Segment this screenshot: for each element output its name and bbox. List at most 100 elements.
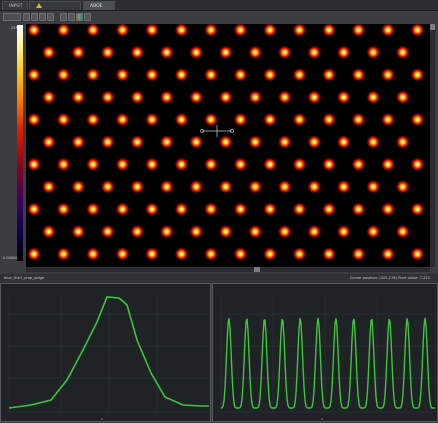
bright-spot [233,24,248,37]
tab-input[interactable]: INPUT [2,1,28,10]
bright-spot [41,45,56,60]
cursor-readout: Cursor position: (425,278) Pixel value: … [349,276,430,280]
bright-spot [366,45,381,60]
pan-icon[interactable] [31,13,38,21]
bright-spot [233,157,248,172]
bright-spot [145,24,159,37]
bright-spot [174,202,189,217]
bright-spot [27,157,41,172]
spot-image [27,24,425,261]
bright-spot [395,135,410,149]
bright-spot [159,45,174,60]
bright-spot [130,135,145,149]
bright-spot [307,135,322,149]
bright-spot [189,179,204,194]
bright-spot [86,67,100,82]
bright-spot [189,90,204,105]
zoom-icon[interactable] [23,13,30,21]
tab-bar: INPUT POSTPROCESSING ABOE PSDS [0,0,438,18]
bright-spot [292,247,307,261]
horizontal-scrollbar[interactable] [26,267,430,272]
bright-spot [292,157,307,172]
bright-spot [277,135,292,149]
bright-spot [248,45,263,60]
bright-spot [100,135,115,149]
bright-spot [71,179,86,194]
profile-plot-right[interactable]: 0 [212,283,438,422]
bright-spot [174,112,189,127]
bright-spot [233,67,248,82]
bright-spot [277,45,292,60]
crosshair-cursor[interactable] [200,125,234,137]
profile-icon[interactable] [60,13,67,21]
image-view[interactable] [26,24,430,267]
bright-spot [336,135,351,149]
bright-spot [263,67,277,82]
vertical-scroll-thumb[interactable] [430,24,435,30]
bright-spot [145,112,159,127]
vertical-scrollbar[interactable] [430,24,435,267]
bright-spot [263,24,277,37]
fit-icon[interactable] [39,13,46,21]
bright-spot [263,112,277,127]
bright-spot [86,247,100,261]
profile-plot-left[interactable]: 0 [0,283,211,422]
bright-spot [41,224,56,239]
bright-spot [71,90,86,105]
bright-spot [130,224,145,239]
bright-spot [292,24,307,37]
warning-icon [36,3,42,8]
bright-spot [174,157,189,172]
bright-spot [56,157,71,172]
bright-spot [130,45,145,60]
bright-spot [292,202,307,217]
bright-spot [410,247,425,261]
tab-postprocessing[interactable]: POSTPROCESSING [29,1,81,18]
svg-text:0: 0 [321,417,323,421]
bright-spot [336,90,351,105]
colormap-icon[interactable] [76,13,83,21]
bright-spot [307,90,322,105]
tab-psds[interactable]: ABOE PSDS [83,1,115,18]
reset-icon[interactable] [47,13,54,21]
bright-spot [336,45,351,60]
bright-spot [307,45,322,60]
bright-spot [71,224,86,239]
bright-spot [71,45,86,60]
export-icon[interactable] [68,13,75,21]
bright-spot [322,202,336,217]
colorbar [17,25,23,261]
bright-spot [100,90,115,105]
bright-spot [233,202,248,217]
settings-icon[interactable] [84,13,91,21]
bright-spot [322,67,336,82]
bright-spot [307,224,322,239]
horizontal-scroll-thumb[interactable] [254,267,260,272]
bright-spot [410,24,425,37]
bright-spot [381,67,395,82]
mode-select[interactable] [3,13,21,21]
bright-spot [218,224,233,239]
bright-spot [336,179,351,194]
bright-spot [248,135,263,149]
bright-spot [130,179,145,194]
bright-spot [159,224,174,239]
bright-spot [410,67,425,82]
bright-spot [381,24,395,37]
bright-spot [395,224,410,239]
bright-spot [27,112,41,127]
bright-spot [174,247,189,261]
bright-spot [145,247,159,261]
bright-spot [410,202,425,217]
bright-spot [145,157,159,172]
bright-spot [218,90,233,105]
bright-spot [381,112,395,127]
bright-spot [27,24,41,37]
bright-spot [248,224,263,239]
bright-spot [410,112,425,127]
bright-spot [204,247,218,261]
bright-spot [351,67,366,82]
bright-spot [41,135,56,149]
bright-spot [86,202,100,217]
bright-spot [56,67,71,82]
